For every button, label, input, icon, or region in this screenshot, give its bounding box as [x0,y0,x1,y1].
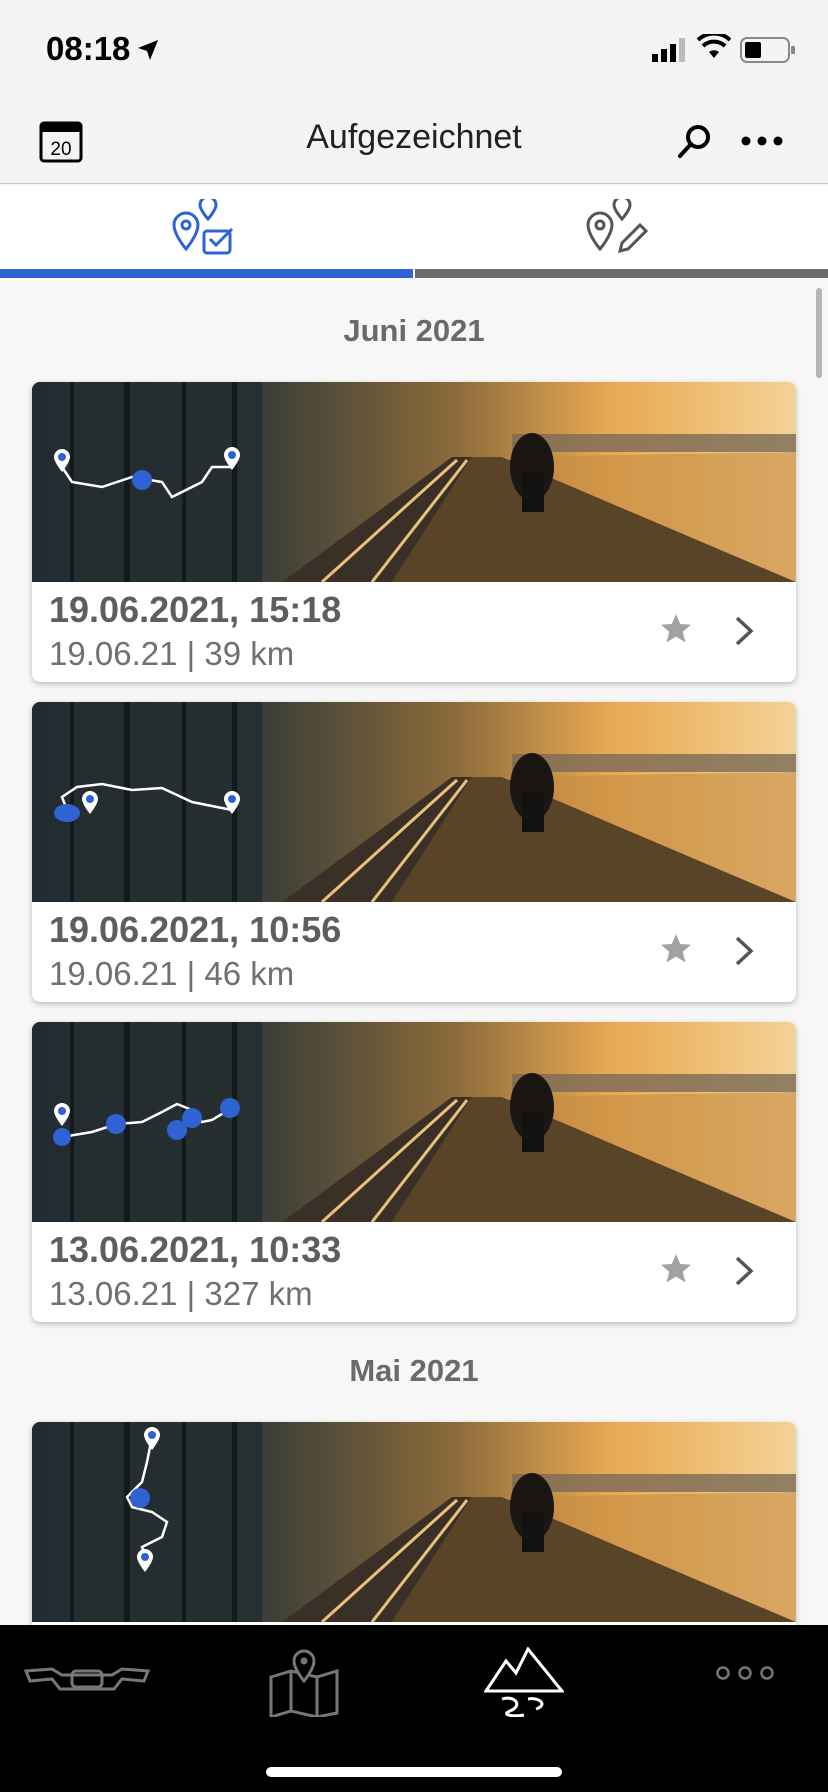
bottom-tab-rides[interactable] [414,1625,621,1735]
ride-meta: 13.06.21 | 327 km [49,1275,313,1312]
tab-recorded-underline [0,269,413,278]
search-icon [678,125,710,158]
ride-card[interactable]: 19.06.2021, 15:18 19.06.21 | 39 km [32,382,796,682]
bottom-tab-vehicle[interactable] [0,1625,207,1735]
more-dots-icon [716,1666,774,1680]
ride-photo-image [32,1022,796,1222]
cellular-signal-icon [652,38,685,62]
ride-list[interactable]: Juni 2021 19.06.2021, 15:18 19.06.21 | 3… [0,278,828,1625]
ride-meta: 19.06.21 | 46 km [49,955,295,992]
ride-thumbnail [32,1022,796,1222]
section-header: Mai 2021 [349,1353,479,1388]
star-icon[interactable] [659,612,693,646]
ride-thumbnail [32,702,796,902]
motorcycle-icon [23,1667,151,1691]
search-button[interactable] [674,122,714,167]
mountains-route-icon [484,1647,564,1717]
ride-thumbnail [32,382,796,582]
star-icon[interactable] [659,932,693,966]
ride-thumbnail [32,1422,796,1622]
star-icon[interactable] [659,1252,693,1286]
ride-photo-image [32,1422,796,1622]
bottom-tab-more[interactable] [621,1625,828,1735]
section-header: Juni 2021 [343,313,485,348]
ride-date-time: 13.06.2021, 10:33 [49,1229,342,1270]
map-icon [269,1649,339,1717]
ride-photo-image [32,382,796,582]
tab-recorded[interactable] [0,185,414,278]
wifi-icon [697,34,731,58]
bottom-tab-bar [0,1625,828,1792]
navigation-bar: 20 Aufgezeichnet [0,100,828,184]
ride-card[interactable] [32,1422,796,1625]
chevron-right-icon [735,1256,754,1286]
ride-card[interactable]: 13.06.2021, 10:33 13.06.21 | 327 km [32,1022,796,1322]
ride-card[interactable]: 19.06.2021, 10:56 19.06.21 | 46 km [32,702,796,1002]
tab-planned-underline [415,269,828,278]
more-dots-icon [741,136,783,146]
ride-date-time: 19.06.2021, 15:18 [49,589,342,630]
status-time: 08:18 [46,30,131,67]
battery-icon [740,37,795,63]
tab-planned[interactable] [414,185,828,278]
ride-date-time: 19.06.2021, 10:56 [49,909,342,950]
more-button[interactable] [740,134,784,152]
status-bar: 08:18 [0,0,828,100]
map-pin-check-icon [172,199,234,255]
map-pin-edit-icon [586,199,649,254]
chevron-right-icon [735,936,754,966]
home-indicator[interactable] [266,1767,562,1777]
tab-bar [0,185,828,278]
ride-meta: 19.06.21 | 39 km [49,635,295,672]
bottom-tab-map[interactable] [207,1625,414,1735]
location-arrow-icon [138,40,158,60]
ride-photo-image [32,702,796,902]
chevron-right-icon [735,616,754,646]
